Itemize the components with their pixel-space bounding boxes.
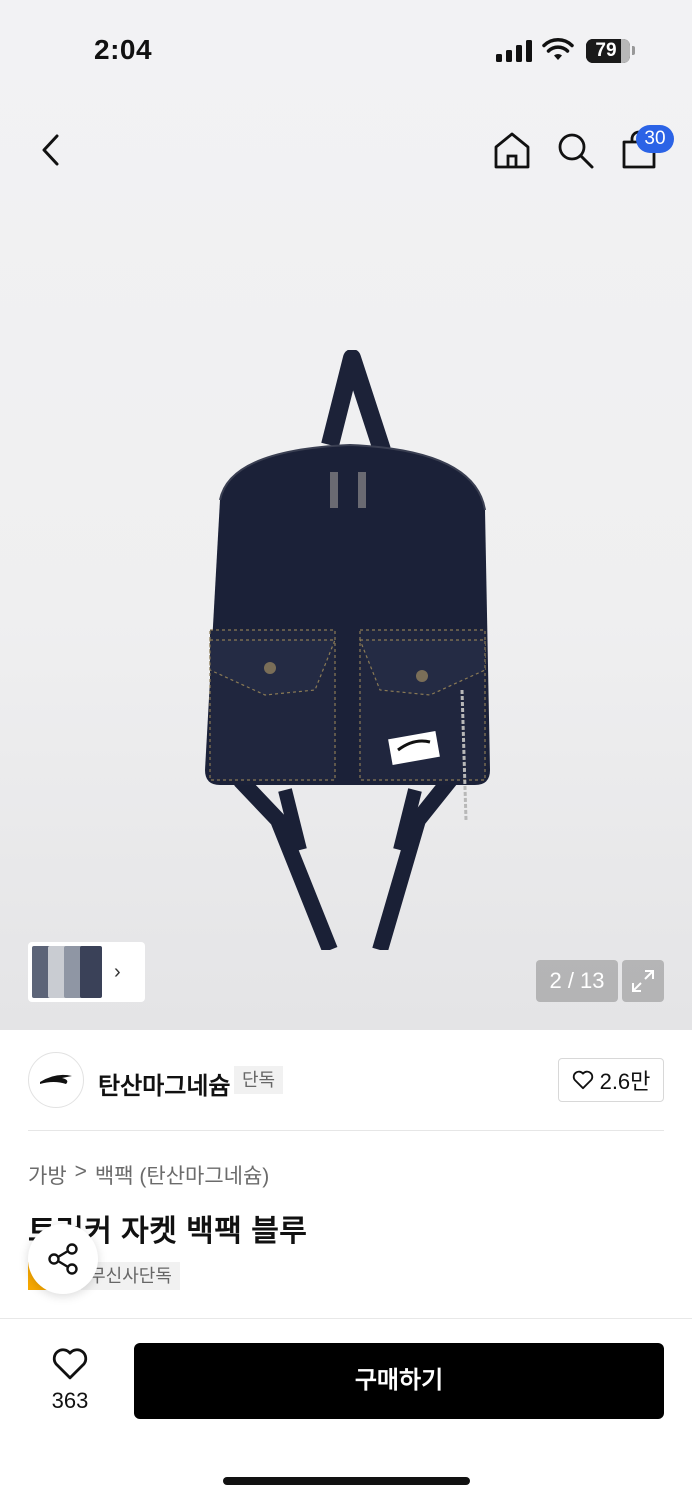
- wishlist-count: 363: [51, 1388, 89, 1413]
- breadcrumb-separator: >: [74, 1160, 87, 1183]
- search-button[interactable]: [553, 128, 597, 172]
- brand-logo[interactable]: [28, 1052, 84, 1108]
- expand-button[interactable]: [622, 960, 664, 1002]
- back-button[interactable]: [28, 128, 72, 172]
- wifi-icon: [542, 38, 574, 60]
- heart-icon: [52, 1348, 88, 1380]
- chevron-right-icon: ›: [114, 960, 121, 983]
- buy-button[interactable]: 구매하기: [134, 1343, 664, 1419]
- expand-icon: [632, 970, 654, 992]
- home-indicator: [223, 1477, 470, 1485]
- wishlist-button[interactable]: 363: [30, 1347, 110, 1414]
- search-icon: [558, 133, 594, 169]
- breadcrumb-category[interactable]: 가방: [28, 1160, 67, 1190]
- image-counter: 2 / 13: [536, 960, 618, 1002]
- chevron-left-icon: [42, 134, 59, 166]
- status-bar: 2:04 79: [0, 0, 692, 100]
- breadcrumb-subcategory[interactable]: 백팩 (탄산마그네슘): [95, 1160, 269, 1190]
- share-icon: [48, 1243, 78, 1275]
- cart-count-badge: 30: [636, 125, 674, 153]
- heart-icon: [572, 1070, 593, 1090]
- cellular-signal-icon: [496, 40, 532, 62]
- home-icon: [494, 132, 530, 169]
- exclusive-badge: 단독: [234, 1066, 284, 1094]
- status-time: 2:04: [94, 34, 153, 65]
- share-button[interactable]: [28, 1224, 98, 1294]
- breadcrumb: 가방 > 백팩 (탄산마그네슘): [28, 1160, 269, 1190]
- battery-level: 79: [595, 40, 617, 61]
- battery-cap: [632, 46, 635, 55]
- thumbnail-strip[interactable]: ›: [28, 942, 145, 1002]
- brand-row: 탄산마그네슘 단독 2.6만: [28, 1052, 664, 1110]
- brand-like-count: 2.6만: [599, 1069, 651, 1094]
- home-button[interactable]: [490, 128, 534, 172]
- brand-name[interactable]: 탄산마그네슘: [98, 1066, 230, 1101]
- product-image: [205, 350, 490, 950]
- bottom-action-bar: 363 구매하기: [0, 1318, 692, 1500]
- brand-like-button[interactable]: 2.6만: [558, 1058, 664, 1102]
- divider: [28, 1130, 664, 1131]
- brand-logo-mark: [40, 1074, 72, 1084]
- thumbnail-image: [80, 946, 102, 998]
- battery-icon: 79: [586, 39, 630, 63]
